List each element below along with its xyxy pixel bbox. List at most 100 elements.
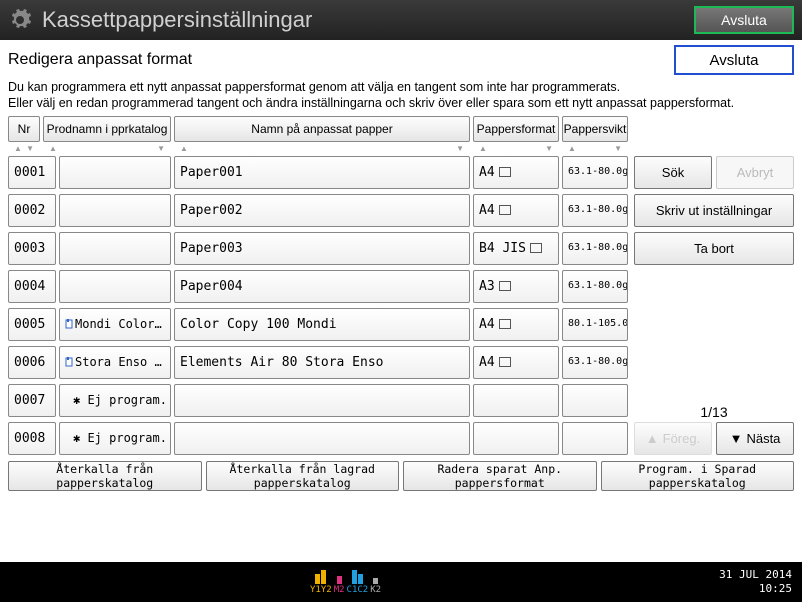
main-panel: Redigera anpassat format Avsluta Du kan … bbox=[0, 40, 802, 562]
table-row[interactable]: 0001 Paper001A463.1-80.0g/m2 bbox=[8, 156, 628, 189]
toner-group: K2 bbox=[370, 578, 381, 595]
toner-label: K2 bbox=[370, 585, 381, 595]
col-size[interactable]: Pappersformat bbox=[473, 116, 559, 142]
page-indicator: 1/13 bbox=[634, 404, 794, 420]
cell-weight[interactable] bbox=[562, 422, 628, 455]
col-weight[interactable]: Pappersvikt bbox=[562, 116, 628, 142]
delete-saved-button[interactable]: Radera sparat Anp. pappersformat bbox=[403, 461, 597, 491]
cell-papername[interactable] bbox=[174, 384, 470, 417]
col-nr[interactable]: Nr bbox=[8, 116, 40, 142]
exit-button[interactable]: Avsluta bbox=[694, 6, 794, 34]
cell-nr[interactable]: 0005 bbox=[8, 308, 56, 341]
cell-prodname[interactable] bbox=[59, 194, 171, 227]
cell-nr[interactable]: 0006 bbox=[8, 346, 56, 379]
action-column: Sök Avbryt Skriv ut inställningar Ta bor… bbox=[634, 156, 794, 455]
toner-label: Y1Y2 bbox=[310, 585, 332, 595]
cell-prodname[interactable] bbox=[59, 270, 171, 303]
table-row[interactable]: 0003 Paper003B4 JIS63.1-80.0g/m2 bbox=[8, 232, 628, 265]
orientation-icon bbox=[530, 243, 542, 253]
prev-page-button: ▲Föreg. bbox=[634, 422, 712, 455]
page-title: Redigera anpassat format bbox=[8, 51, 674, 69]
cell-prodname[interactable]: ✱ Ej program. bbox=[59, 384, 171, 417]
cell-nr[interactable]: 0008 bbox=[8, 422, 56, 455]
bottom-actions: Återkalla från papperskatalog Återkalla … bbox=[8, 461, 794, 491]
toner-label: C1C2 bbox=[347, 585, 369, 595]
program-saved-button[interactable]: Program. i Sparad papperskatalog bbox=[601, 461, 795, 491]
cell-size[interactable]: A3 bbox=[473, 270, 559, 303]
titlebar: Kassettpappersinställningar Avsluta bbox=[0, 0, 802, 40]
cancel-button: Avbryt bbox=[716, 156, 794, 189]
cell-size[interactable] bbox=[473, 422, 559, 455]
table-row[interactable]: 0005Mondi Color…Color Copy 100 MondiA480… bbox=[8, 308, 628, 341]
cell-size[interactable]: B4 JIS bbox=[473, 232, 559, 265]
toner-label: M2 bbox=[334, 585, 345, 595]
cell-prodname[interactable]: Stora Enso … bbox=[59, 346, 171, 379]
table-row[interactable]: 0008✱ Ej program. bbox=[8, 422, 628, 455]
cell-weight[interactable]: 63.1-80.0g/m2 bbox=[562, 346, 628, 379]
orientation-icon bbox=[499, 319, 511, 329]
datetime: 31 JUL 2014 10:25 bbox=[719, 568, 792, 597]
cell-nr[interactable]: 0003 bbox=[8, 232, 56, 265]
gear-icon bbox=[8, 8, 32, 32]
cell-papername[interactable]: Elements Air 80 Stora Enso bbox=[174, 346, 470, 379]
cell-nr[interactable]: 0002 bbox=[8, 194, 56, 227]
cell-weight[interactable]: 80.1-105.0g/m2 bbox=[562, 308, 628, 341]
pager: 1/13 ▲Föreg. ▼Nästa bbox=[634, 404, 794, 455]
table-row[interactable]: 0004 Paper004A363.1-80.0g/m2 bbox=[8, 270, 628, 303]
cell-size[interactable]: A4 bbox=[473, 194, 559, 227]
cell-nr[interactable]: 0004 bbox=[8, 270, 56, 303]
cell-prodname[interactable] bbox=[59, 156, 171, 189]
toner-levels: Y1Y2M2C1C2K2 bbox=[310, 570, 381, 595]
toner-group: M2 bbox=[334, 576, 345, 595]
paper-table: 0001Paper001A463.1-80.0g/m20002Paper002A… bbox=[8, 156, 628, 455]
print-settings-button[interactable]: Skriv ut inställningar bbox=[634, 194, 794, 227]
delete-button[interactable]: Ta bort bbox=[634, 232, 794, 265]
triangle-down-icon: ▼ bbox=[730, 431, 743, 446]
cell-size[interactable] bbox=[473, 384, 559, 417]
app-title: Kassettpappersinställningar bbox=[42, 7, 694, 33]
col-papername[interactable]: Namn på anpassat papper bbox=[174, 116, 470, 142]
cell-papername[interactable]: Paper001 bbox=[174, 156, 470, 189]
toner-group: C1C2 bbox=[347, 570, 369, 595]
orientation-icon bbox=[499, 167, 511, 177]
cell-weight[interactable] bbox=[562, 384, 628, 417]
cell-size[interactable]: A4 bbox=[473, 346, 559, 379]
cell-papername[interactable] bbox=[174, 422, 470, 455]
cell-papername[interactable]: Paper004 bbox=[174, 270, 470, 303]
cell-prodname[interactable]: ✱ Ej program. bbox=[59, 422, 171, 455]
time: 10:25 bbox=[719, 582, 792, 596]
cell-prodname[interactable]: Mondi Color… bbox=[59, 308, 171, 341]
cell-size[interactable]: A4 bbox=[473, 308, 559, 341]
instruction-line: Eller välj en redan programmerad tangent… bbox=[8, 95, 794, 111]
cell-papername[interactable]: Color Copy 100 Mondi bbox=[174, 308, 470, 341]
recall-catalog-button[interactable]: Återkalla från papperskatalog bbox=[8, 461, 202, 491]
cell-weight[interactable]: 63.1-80.0g/m2 bbox=[562, 270, 628, 303]
toner-group: Y1Y2 bbox=[310, 570, 332, 595]
cell-weight[interactable]: 63.1-80.0g/m2 bbox=[562, 232, 628, 265]
cell-nr[interactable]: 0007 bbox=[8, 384, 56, 417]
cell-weight[interactable]: 63.1-80.0g/m2 bbox=[562, 156, 628, 189]
search-button[interactable]: Sök bbox=[634, 156, 712, 189]
cell-nr[interactable]: 0001 bbox=[8, 156, 56, 189]
sort-indicators: ▲▼ ▲▼ ▲▼ ▲▼ ▲▼ bbox=[8, 144, 794, 154]
cell-papername[interactable]: Paper003 bbox=[174, 232, 470, 265]
table-row[interactable]: 0006Stora Enso …Elements Air 80 Stora En… bbox=[8, 346, 628, 379]
doc-icon bbox=[65, 319, 75, 329]
next-page-button[interactable]: ▼Nästa bbox=[716, 422, 794, 455]
cell-prodname[interactable] bbox=[59, 232, 171, 265]
col-prodname[interactable]: Prodnamn i pprkatalog bbox=[43, 116, 171, 142]
date: 31 JUL 2014 bbox=[719, 568, 792, 582]
orientation-icon bbox=[499, 205, 511, 215]
cell-papername[interactable]: Paper002 bbox=[174, 194, 470, 227]
instruction-line: Du kan programmera ett nytt anpassat pap… bbox=[8, 79, 794, 95]
orientation-icon bbox=[499, 281, 511, 291]
recall-stored-button[interactable]: Återkalla från lagrad papperskatalog bbox=[206, 461, 400, 491]
triangle-up-icon: ▲ bbox=[646, 431, 659, 446]
table-row[interactable]: 0007✱ Ej program. bbox=[8, 384, 628, 417]
instructions: Du kan programmera ett nytt anpassat pap… bbox=[8, 79, 794, 112]
doc-icon bbox=[65, 357, 75, 367]
cell-weight[interactable]: 63.1-80.0g/m2 bbox=[562, 194, 628, 227]
close-button[interactable]: Avsluta bbox=[674, 45, 794, 75]
cell-size[interactable]: A4 bbox=[473, 156, 559, 189]
table-row[interactable]: 0002 Paper002A463.1-80.0g/m2 bbox=[8, 194, 628, 227]
